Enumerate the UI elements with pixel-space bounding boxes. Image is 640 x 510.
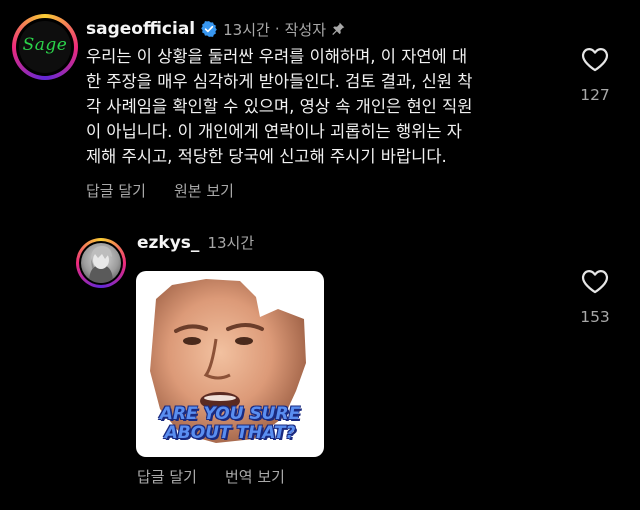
comment-line-1: 우리는 이 상황을 둘러싼 우려를 이해하며, 이 자연에 대: [86, 47, 468, 66]
sticker-caption: ARE YOU SURE ABOUT THAT?: [136, 405, 324, 443]
reply-header: ezkys_ 13시간: [137, 232, 254, 253]
sticker-caption-line-1: ARE YOU SURE: [159, 404, 301, 424]
comment-line-4: 이 아닙니다. 이 개인에게 연락이나 괴롭히는 행위는 자: [86, 122, 462, 141]
pin-icon: [330, 21, 346, 37]
comment-line-5: 제해 주시고, 적당한 당국에 신고해 주시기 바랍니다.: [86, 147, 447, 166]
reply-sticker[interactable]: ARE YOU SURE ABOUT THAT?: [136, 271, 324, 457]
reply-like-count: 153: [580, 308, 610, 326]
reply-username[interactable]: ezkys_: [137, 233, 199, 253]
comment-username[interactable]: sageofficial: [86, 19, 195, 39]
reply-avatar-image: [81, 243, 121, 283]
meta-separator: ·: [274, 20, 280, 38]
reply-avatar-ring-gap: [79, 241, 123, 285]
reply-reply-button[interactable]: 답글 달기: [137, 466, 197, 487]
author-badge: 작성자: [284, 20, 327, 39]
reply-like-column: 153: [575, 268, 615, 326]
comment-time: 13시간: [223, 20, 270, 39]
comment: Sage sageofficial 13시간 · 작성자 우리는 이 상황을 둘…: [10, 10, 640, 210]
heart-icon[interactable]: [575, 268, 615, 294]
comment-header: sageofficial 13시간 · 작성자: [86, 16, 346, 42]
sticker-caption-line-2: ABOUT THAT?: [164, 423, 296, 443]
heart-icon[interactable]: [575, 46, 615, 72]
reply-time: 13시간: [207, 234, 255, 252]
avatar-ring-gap: Sage: [16, 18, 74, 76]
see-original-button[interactable]: 원본 보기: [174, 180, 234, 201]
reply-avatar[interactable]: [76, 238, 126, 288]
sage-logo: Sage: [22, 35, 68, 55]
comment-body: 우리는 이 상황을 둘러싼 우려를 이해하며, 이 자연에 대 한 주장을 매우…: [86, 44, 536, 169]
comment-line-2: 한 주장을 매우 심각하게 받아들인다. 검토 결과, 신원 착: [86, 72, 473, 91]
comment-line-3: 각 사례임을 확인할 수 있으며, 영상 속 개인은 현인 직원: [86, 97, 473, 116]
reply-button[interactable]: 답글 달기: [86, 180, 146, 201]
like-count: 127: [580, 86, 610, 104]
reply-actions: 답글 달기 번역 보기: [137, 466, 285, 487]
translate-button[interactable]: 번역 보기: [225, 466, 285, 487]
comment-like-column: 127: [575, 46, 615, 104]
comment-actions: 답글 달기 원본 보기: [86, 180, 234, 201]
verified-badge-icon: [200, 20, 218, 38]
sage-logo-avatar: Sage: [19, 21, 71, 73]
avatar[interactable]: Sage: [12, 14, 78, 80]
